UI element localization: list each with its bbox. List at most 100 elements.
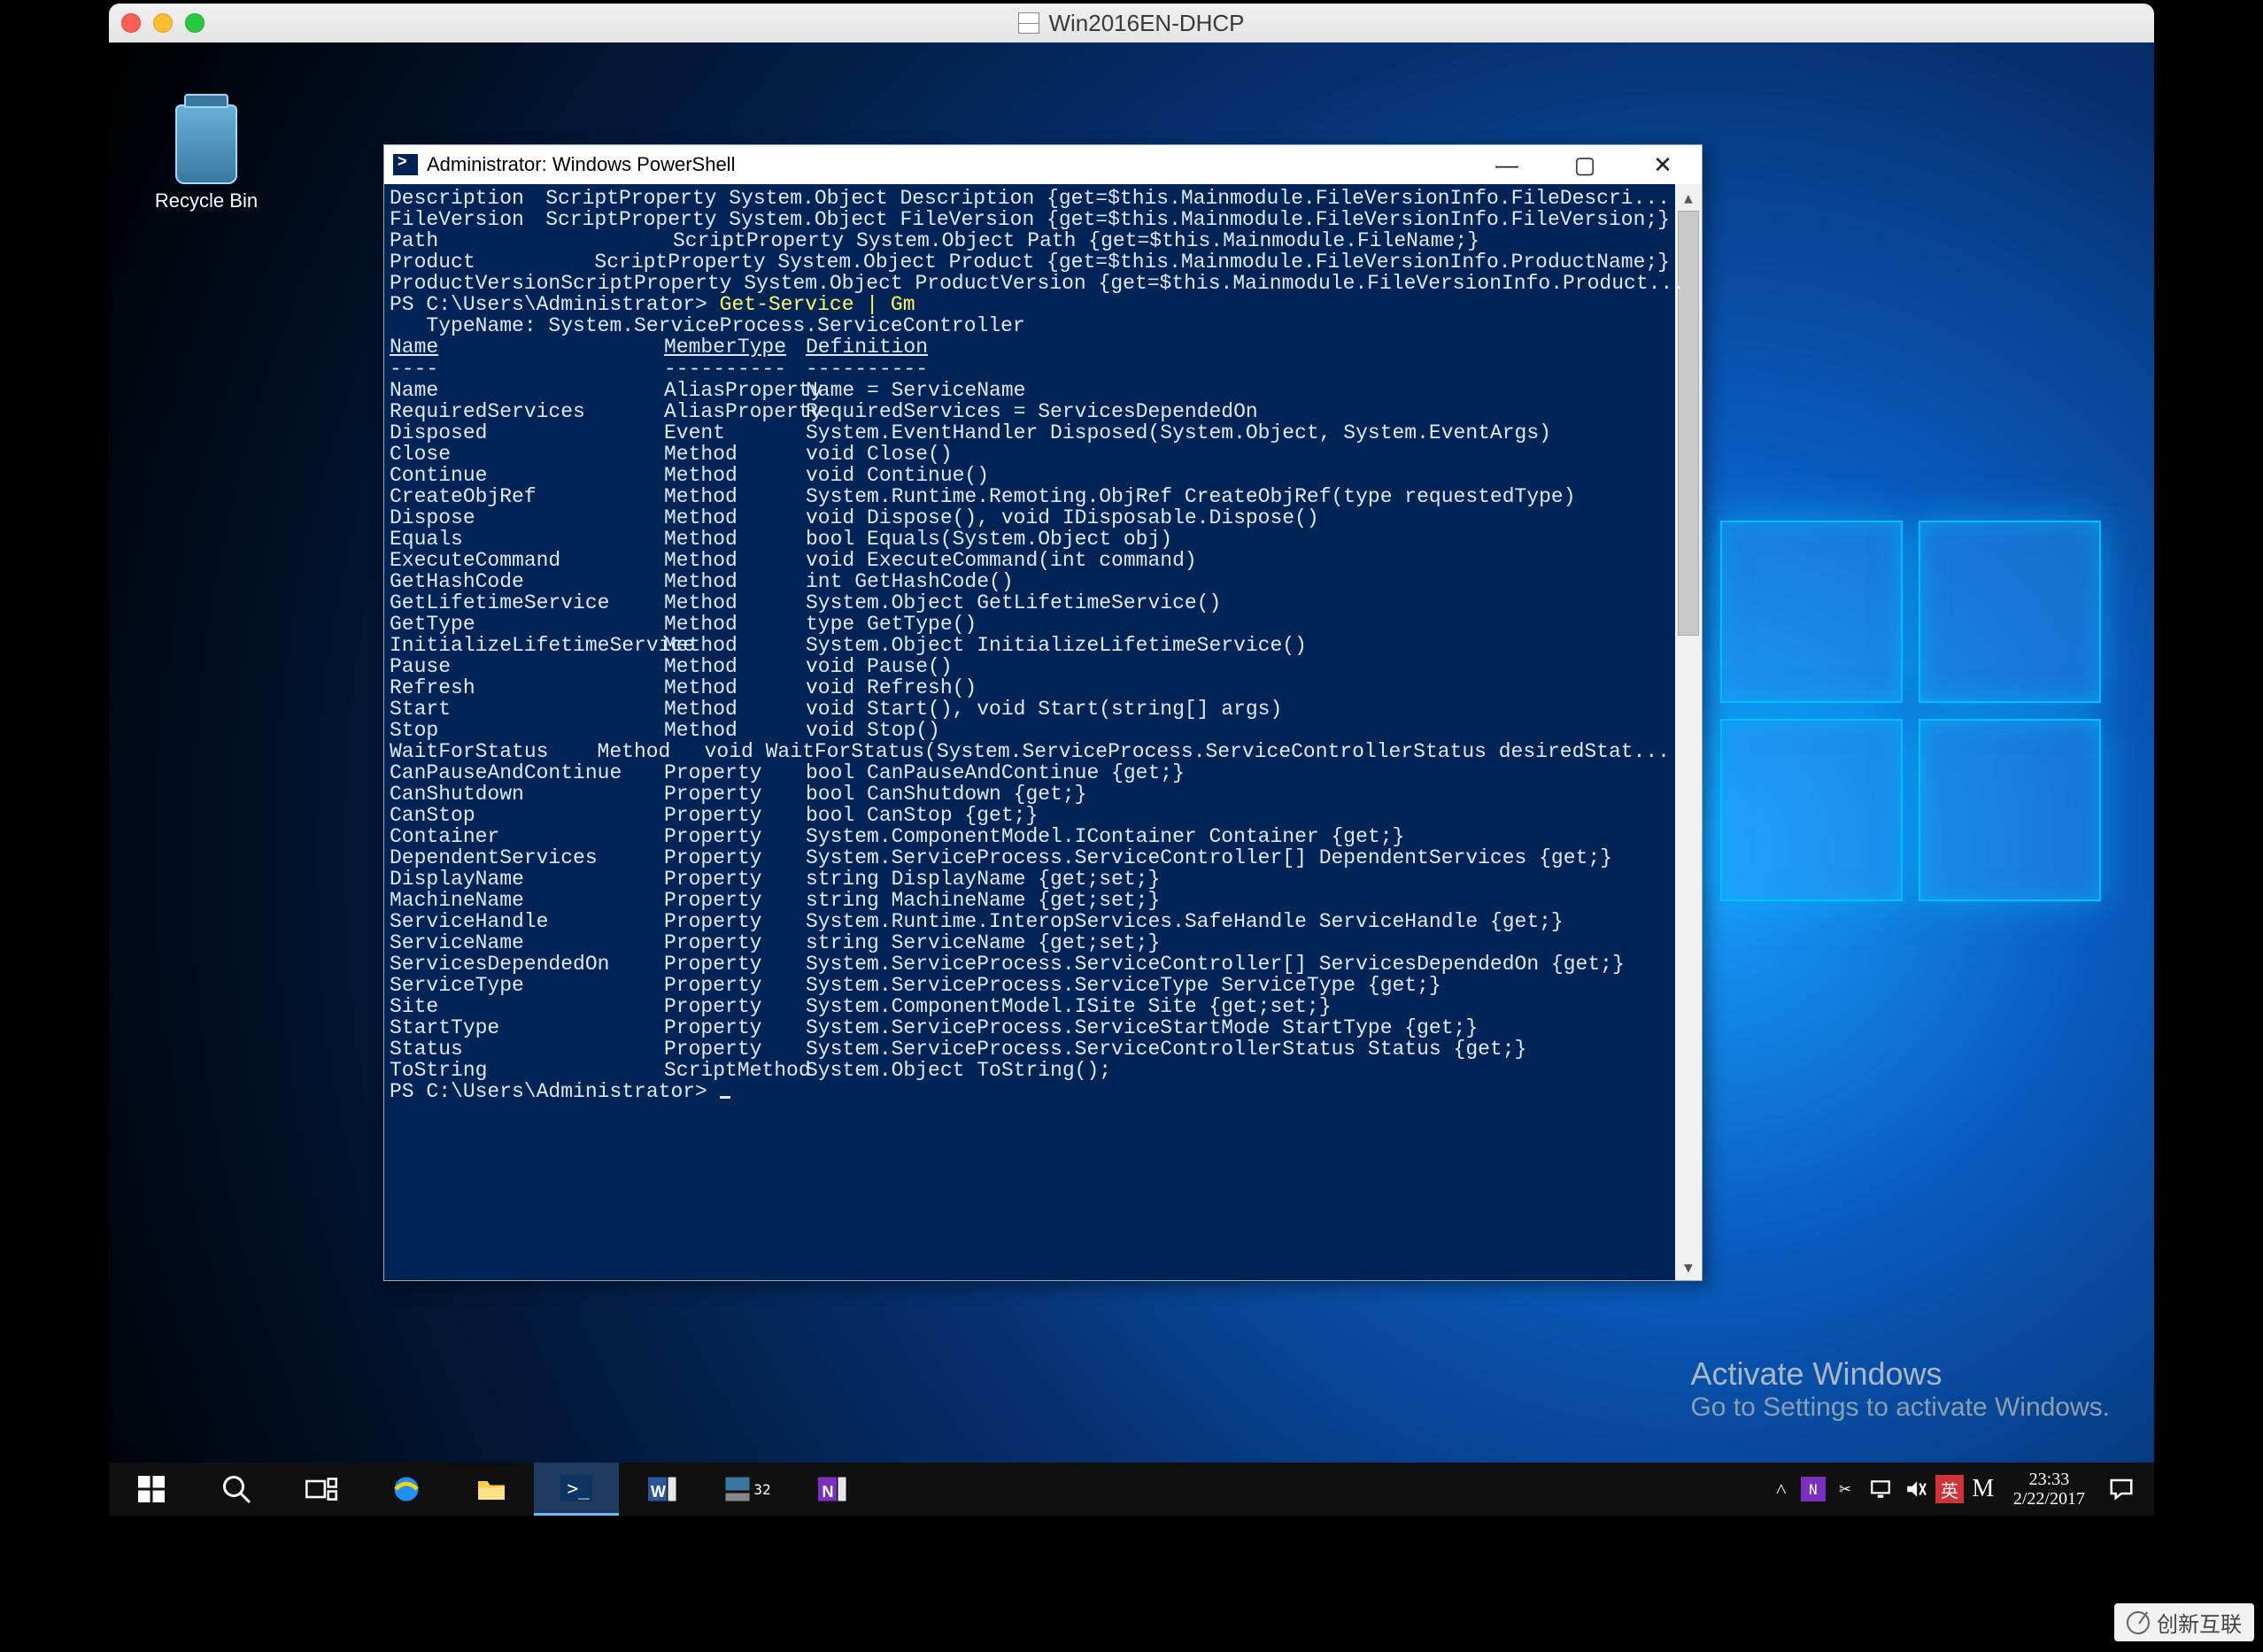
watermark-logo-icon — [2127, 1611, 2150, 1634]
word-icon: W — [645, 1473, 677, 1505]
windows-flag-icon — [1018, 12, 1039, 34]
clock-date: 2/22/2017 — [2013, 1489, 2085, 1509]
member-header: NameMemberTypeDefinition — [390, 336, 1670, 359]
cursor — [720, 1096, 730, 1099]
windows-start-icon — [135, 1473, 167, 1505]
member-row: ExecuteCommandMethodvoid ExecuteCommand(… — [390, 550, 1670, 571]
output-row: PathScriptProperty System.Object Path {g… — [390, 230, 1670, 251]
windows-logo-wallpaper — [1720, 521, 2101, 901]
ie-icon — [390, 1473, 422, 1505]
action-center-icon — [2108, 1476, 2135, 1502]
powershell-taskbar-icon: >_ — [560, 1472, 592, 1504]
member-row: DependentServicesPropertySystem.ServiceP… — [390, 847, 1670, 868]
server-manager-icon — [722, 1473, 753, 1505]
member-row: RequiredServicesAliasPropertyRequiredSer… — [390, 401, 1670, 422]
trash-icon — [175, 104, 237, 184]
member-row: RefreshMethodvoid Refresh() — [390, 677, 1670, 699]
scroll-down-icon[interactable]: ▼ — [1675, 1254, 1702, 1280]
powershell-body[interactable]: ▲ ▼ DescriptionScriptProperty System.Obj… — [384, 184, 1702, 1280]
vm-window: Win2016EN-DHCP Recycle Bin Activate Wind… — [109, 4, 2154, 1516]
scrollbar[interactable]: ▲ ▼ — [1675, 184, 1702, 1280]
member-row: GetTypeMethodtype GetType() — [390, 614, 1670, 635]
maximize-button[interactable]: ▢ — [1546, 145, 1624, 184]
prompt-line: PS C:\Users\Administrator> Get-Service |… — [390, 294, 1670, 315]
prompt-line[interactable]: PS C:\Users\Administrator> — [390, 1081, 1670, 1102]
member-row: CanPauseAndContinuePropertybool CanPause… — [390, 762, 1670, 784]
onenote-icon: N — [815, 1473, 847, 1505]
member-row: StartMethodvoid Start(), void Start(stri… — [390, 699, 1670, 720]
member-row: ContinueMethodvoid Continue() — [390, 465, 1670, 486]
taskbar-explorer[interactable] — [449, 1463, 534, 1516]
powershell-window[interactable]: Administrator: Windows PowerShell — ▢ ✕ … — [383, 144, 1703, 1281]
ime-mode-indicator[interactable]: M — [1967, 1463, 1999, 1516]
svg-text:W: W — [651, 1483, 666, 1501]
member-row: DisposeMethodvoid Dispose(), void IDispo… — [390, 507, 1670, 529]
tray-scissors-icon[interactable]: ✂ — [1829, 1463, 1861, 1516]
powershell-output[interactable]: DescriptionScriptProperty System.Object … — [384, 184, 1675, 1280]
clock-time: 23:33 — [2013, 1470, 2085, 1489]
taskbar-onenote[interactable]: N — [789, 1463, 874, 1516]
taskbar-clock[interactable]: 23:33 2/22/2017 — [2003, 1470, 2096, 1509]
close-button[interactable]: ✕ — [1624, 145, 1702, 184]
taskbar-server-manager[interactable]: 32 — [704, 1463, 789, 1516]
output-line: TypeName: System.ServiceProcess.ServiceC… — [390, 315, 1670, 336]
taskbar-powershell[interactable]: >_ — [534, 1463, 619, 1516]
member-row: StatusPropertySystem.ServiceProcess.Serv… — [390, 1038, 1670, 1060]
member-row: PauseMethodvoid Pause() — [390, 656, 1670, 677]
folder-icon — [475, 1473, 507, 1505]
member-row: ServiceNamePropertystring ServiceName {g… — [390, 932, 1670, 953]
scroll-up-icon[interactable]: ▲ — [1675, 184, 1702, 211]
output-row: ProductVersionScriptProperty System.Obje… — [390, 273, 1670, 294]
member-row: ServiceHandlePropertySystem.Runtime.Inte… — [390, 911, 1670, 932]
taskview-button[interactable] — [279, 1463, 364, 1516]
powershell-title-text: Administrator: Windows PowerShell — [427, 153, 735, 176]
vm-title-text: Win2016EN-DHCP — [1048, 10, 1244, 37]
member-row: DisposedEventSystem.EventHandler Dispose… — [390, 422, 1670, 444]
output-row: ProductScriptProperty System.Object Prod… — [390, 251, 1670, 273]
search-button[interactable] — [194, 1463, 279, 1516]
output-row: DescriptionScriptProperty System.Object … — [390, 188, 1670, 209]
member-row: CreateObjRefMethodSystem.Runtime.Remotin… — [390, 486, 1670, 507]
search-icon — [220, 1473, 252, 1505]
tray-network-icon[interactable] — [1865, 1463, 1896, 1516]
member-row: ContainerPropertySystem.ComponentModel.I… — [390, 826, 1670, 847]
vm-title: Win2016EN-DHCP — [109, 10, 2154, 37]
member-row: WaitForStatusMethodvoid WaitForStatus(Sy… — [390, 741, 1670, 762]
member-row: EqualsMethodbool Equals(System.Object ob… — [390, 529, 1670, 550]
tray-onenote-icon[interactable]: N — [1801, 1477, 1826, 1501]
activation-line2: Go to Settings to activate Windows. — [1690, 1393, 2110, 1423]
member-row: StartTypePropertySystem.ServiceProcess.S… — [390, 1017, 1670, 1038]
member-row: ServicesDependedOnPropertySystem.Service… — [390, 953, 1670, 975]
member-row: StopMethodvoid Stop() — [390, 720, 1670, 741]
recycle-bin-label: Recycle Bin — [153, 189, 259, 212]
powershell-titlebar[interactable]: Administrator: Windows PowerShell — ▢ ✕ — [384, 145, 1702, 184]
member-row: MachineNamePropertystring MachineName {g… — [390, 890, 1670, 911]
recycle-bin-icon[interactable]: Recycle Bin — [153, 104, 259, 212]
taskbar-ie[interactable] — [364, 1463, 449, 1516]
member-row: SitePropertySystem.ComponentModel.ISite … — [390, 996, 1670, 1017]
tray-overflow-icon[interactable]: ˄ — [1765, 1463, 1797, 1516]
start-button[interactable] — [109, 1463, 194, 1516]
powershell-icon — [393, 154, 418, 175]
output-row: FileVersionScriptProperty System.Object … — [390, 209, 1670, 230]
member-row: CloseMethodvoid Close() — [390, 444, 1670, 465]
member-row: ToStringScriptMethodSystem.Object ToStri… — [390, 1060, 1670, 1081]
taskbar-word[interactable]: W — [619, 1463, 704, 1516]
svg-text:>_: >_ — [568, 1478, 591, 1499]
ime-lang-indicator[interactable]: 英 — [1935, 1475, 1964, 1503]
member-row: ServiceTypePropertySystem.ServiceProcess… — [390, 975, 1670, 996]
member-row: InitializeLifetimeServiceMethodSystem.Ob… — [390, 635, 1670, 656]
tray-volume-icon[interactable] — [1900, 1463, 1932, 1516]
activation-watermark: Activate Windows Go to Settings to activ… — [1690, 1355, 2110, 1423]
minimize-button[interactable]: — — [1468, 145, 1546, 184]
svg-text:N: N — [823, 1483, 834, 1501]
member-header-underline: ------------------------ — [390, 359, 1670, 380]
taskbar[interactable]: >_ W 32 N ˄ N ✂ — [109, 1463, 2154, 1516]
windows-desktop[interactable]: Recycle Bin Activate Windows Go to Setti… — [109, 42, 2154, 1516]
action-center-button[interactable] — [2099, 1463, 2143, 1516]
watermark-text: 创新互联 — [2157, 1607, 2242, 1638]
activation-line1: Activate Windows — [1690, 1355, 2110, 1393]
vm-titlebar[interactable]: Win2016EN-DHCP — [109, 4, 2154, 42]
system-tray[interactable]: ˄ N ✂ 英 M 23:33 2/22/2017 — [1765, 1463, 2154, 1516]
member-row: GetHashCodeMethodint GetHashCode() — [390, 571, 1670, 592]
